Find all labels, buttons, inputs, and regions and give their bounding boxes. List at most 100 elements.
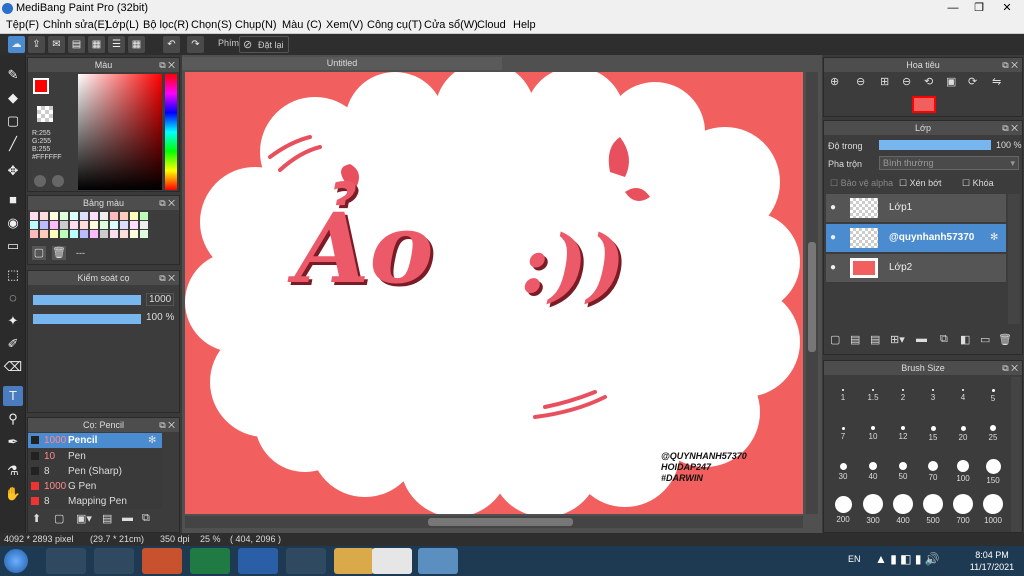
menu-edit[interactable]: Chỉnh sửa(E) xyxy=(43,17,108,33)
list-icon[interactable]: ☰ xyxy=(108,36,125,53)
protect-alpha-checkbox[interactable]: ☐ Bảo vệ alpha xyxy=(830,178,893,189)
menu-cloud[interactable]: Cloud xyxy=(477,17,506,33)
palette-swatch[interactable] xyxy=(60,221,68,229)
brush-opacity-value[interactable]: 100 % xyxy=(146,312,174,323)
select-tool-icon[interactable]: ⬚ xyxy=(3,265,23,285)
document-icon[interactable]: ▦ xyxy=(88,36,105,53)
new-8bit-layer-icon[interactable]: ▤ xyxy=(870,333,880,346)
brush-size-cell[interactable]: 150 xyxy=(978,455,1008,485)
palette-swatch[interactable] xyxy=(130,221,138,229)
palette-swatch[interactable] xyxy=(80,221,88,229)
line-tool-icon[interactable]: ╱ xyxy=(3,134,23,154)
brush-size-value[interactable]: 1000 xyxy=(146,293,175,306)
select-eraser-tool-icon[interactable]: ⌫ xyxy=(3,357,23,377)
palette-swatch[interactable] xyxy=(50,221,58,229)
panel-expand-icon[interactable]: ⧉ ✕ xyxy=(159,418,175,432)
palette-swatch[interactable] xyxy=(110,212,118,220)
horizontal-scrollbar[interactable] xyxy=(185,516,803,528)
menu-select[interactable]: Chọn(S) xyxy=(191,17,232,33)
hand-tool-icon[interactable]: ✋ xyxy=(3,484,23,504)
secondary-color-swatch[interactable] xyxy=(37,106,53,122)
menu-layer[interactable]: Lớp(L) xyxy=(106,17,139,33)
primary-color-swatch[interactable] xyxy=(33,78,49,94)
menu-capture[interactable]: Chụp(N) xyxy=(235,17,277,33)
palette-swatch[interactable] xyxy=(130,230,138,238)
maximize-button[interactable]: ❐ xyxy=(966,0,992,16)
brush-size-cell[interactable]: 5 xyxy=(978,379,1008,409)
brush-size-cell[interactable]: 15 xyxy=(918,417,948,447)
delete-layer-icon[interactable]: 🗑 xyxy=(998,333,1012,346)
menu-filter[interactable]: Bộ lọc(R) xyxy=(143,17,189,33)
minimize-button[interactable]: — xyxy=(940,0,966,16)
menu-file[interactable]: Tệp(F) xyxy=(6,17,39,33)
add-layer-menu-icon[interactable]: ⊞▾ xyxy=(890,333,905,346)
taskbar-app-8[interactable] xyxy=(372,548,412,574)
duplicate-layer-icon[interactable]: ⧉ xyxy=(940,333,948,346)
brush-tool-icon[interactable]: ✎ xyxy=(3,65,23,85)
palette-swatch[interactable] xyxy=(80,230,88,238)
palette-swatch[interactable] xyxy=(40,212,48,220)
magic-wand-tool-icon[interactable]: ✦ xyxy=(3,311,23,331)
merge-layer-icon[interactable]: ◧ xyxy=(960,333,970,346)
redo-icon[interactable]: ↷ xyxy=(187,36,204,53)
lock-checkbox[interactable]: ☐ Khóa xyxy=(962,178,994,189)
taskbar-app-2[interactable] xyxy=(94,548,134,574)
menu-color[interactable]: Màu (C) xyxy=(282,17,322,33)
document-tab[interactable]: Untitled xyxy=(182,57,502,70)
palette-swatch[interactable] xyxy=(140,221,148,229)
comment-icon[interactable]: ✉ xyxy=(48,36,65,53)
brush-size-cell[interactable]: 3 xyxy=(918,379,948,409)
actual-size-icon[interactable]: ▣ xyxy=(946,75,956,88)
brush-size-cell[interactable]: 4 xyxy=(948,379,978,409)
select-pen-tool-icon[interactable]: ✐ xyxy=(3,334,23,354)
brush-size-scrollbar[interactable] xyxy=(1011,377,1021,532)
taskbar-clock[interactable]: 8:04 PM 11/17/2021 xyxy=(966,549,1018,573)
grid-icon[interactable]: ▦ xyxy=(128,36,145,53)
eye-icon[interactable]: ● xyxy=(830,254,836,282)
shape-fill-tool-icon[interactable]: ■ xyxy=(3,190,23,210)
palette-swatch[interactable] xyxy=(100,212,108,220)
blend-mode-select[interactable]: Bình thường ▾ xyxy=(879,156,1019,170)
folder-icon[interactable]: ▬ xyxy=(916,333,927,345)
undo-icon[interactable]: ↶ xyxy=(163,36,180,53)
palette-swatch[interactable] xyxy=(30,230,38,238)
layer-settings-icon[interactable]: ▭ xyxy=(980,333,990,346)
hue-slider[interactable] xyxy=(165,74,177,190)
navigator-thumbnail[interactable] xyxy=(912,96,936,113)
palette-swatch[interactable] xyxy=(80,212,88,220)
palette-swatch[interactable] xyxy=(90,230,98,238)
panel-expand-icon[interactable]: ⧉ ✕ xyxy=(1002,58,1018,72)
new-halftone-layer-icon[interactable]: ▤ xyxy=(850,333,860,346)
horizontal-scrollbar-thumb[interactable] xyxy=(428,518,573,526)
new-swatch-icon[interactable]: ▢ xyxy=(32,246,46,260)
artwork-canvas[interactable]: Ảo :)) @QUYNHANH57370 HOIDAP247 #DARWIN xyxy=(185,72,803,514)
brush-size-cell[interactable]: 1000 xyxy=(978,493,1008,525)
brush-size-cell[interactable]: 1.5 xyxy=(858,379,888,409)
text-tool-icon[interactable]: T xyxy=(3,386,23,406)
lasso-tool-icon[interactable]: ◌ xyxy=(3,288,23,308)
taskbar-app-9[interactable] xyxy=(418,548,458,574)
eraser-tool-icon[interactable]: ◆ xyxy=(3,88,23,108)
add-brush-icon[interactable]: ⬆ xyxy=(32,512,41,525)
palette-swatch[interactable] xyxy=(70,230,78,238)
layer-scrollbar[interactable] xyxy=(1008,194,1020,324)
vertical-scrollbar[interactable] xyxy=(806,72,818,514)
panel-expand-icon[interactable]: ⧉ ✕ xyxy=(1002,121,1018,135)
brush-size-cell[interactable]: 40 xyxy=(858,455,888,485)
close-button[interactable]: ✕ xyxy=(992,0,1022,16)
brush-size-slider[interactable] xyxy=(33,295,141,305)
rotate-left-icon[interactable]: ⟲ xyxy=(924,75,933,88)
new-layer-icon[interactable]: ▢ xyxy=(830,333,840,346)
gradient-tool-icon[interactable]: ▭ xyxy=(3,236,23,256)
palette-swatch[interactable] xyxy=(140,212,148,220)
palette-swatch[interactable] xyxy=(50,230,58,238)
taskbar-app-3[interactable] xyxy=(142,548,182,574)
palette-swatch[interactable] xyxy=(90,212,98,220)
palette-swatch[interactable] xyxy=(100,230,108,238)
reset-button[interactable]: ⊘ Đặt lại xyxy=(239,36,289,53)
palette-swatch[interactable] xyxy=(110,230,118,238)
palette-swatch[interactable] xyxy=(90,221,98,229)
fit-icon[interactable]: ⊞ xyxy=(880,75,889,88)
taskbar-app-5[interactable] xyxy=(238,548,278,574)
taskbar-app-6[interactable] xyxy=(286,548,326,574)
